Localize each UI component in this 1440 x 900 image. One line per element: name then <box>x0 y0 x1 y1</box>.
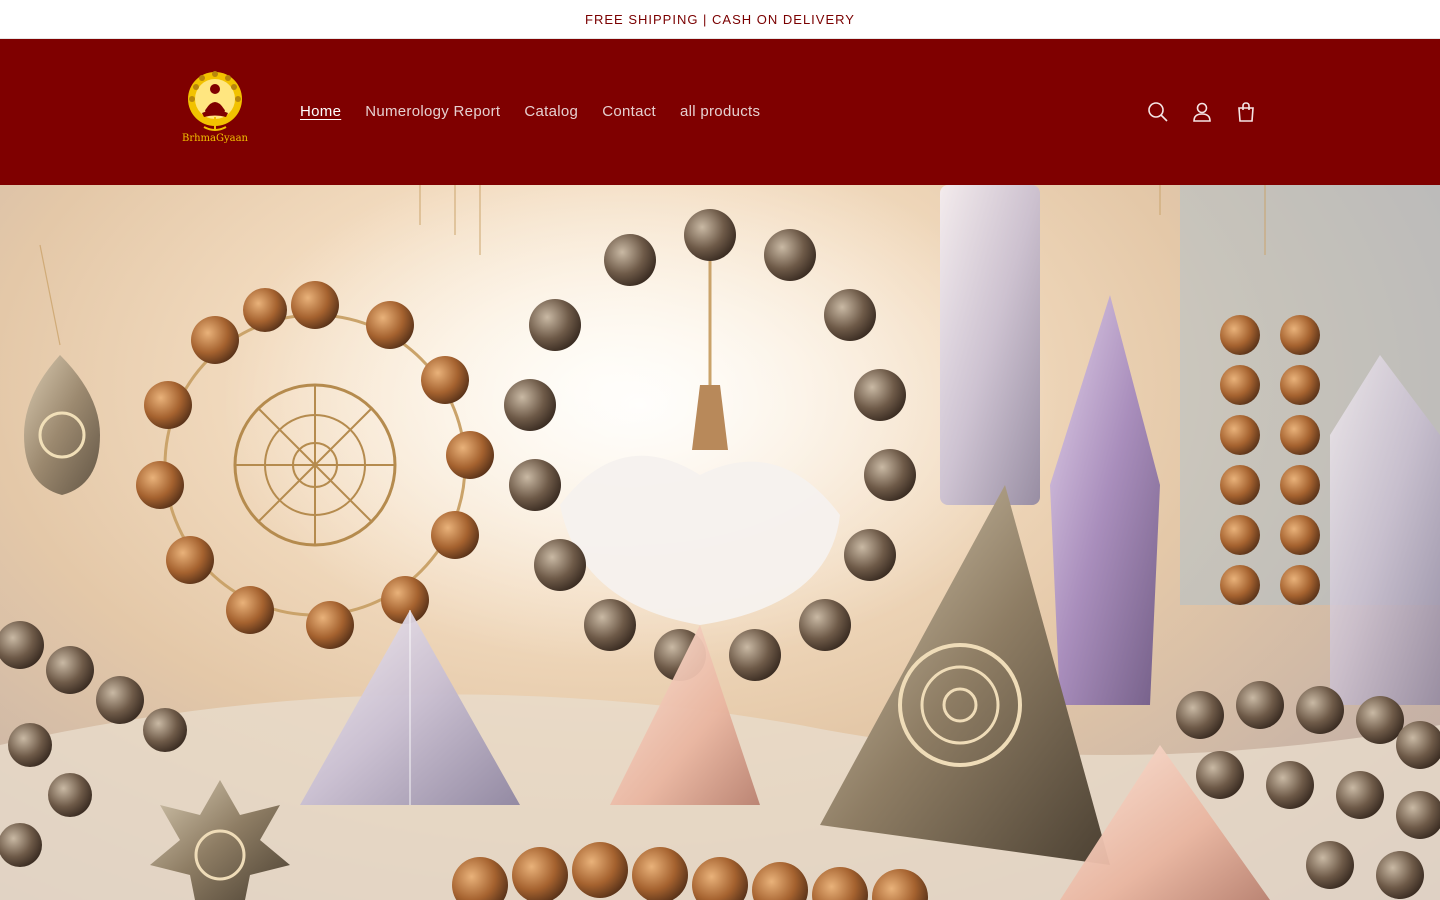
brand-logo[interactable]: BrhmaGyaan <box>180 69 250 149</box>
hero-banner <box>0 185 1440 900</box>
account-button[interactable] <box>1180 90 1224 134</box>
header-icons <box>1136 90 1268 134</box>
meditating-figure-logo-icon <box>188 71 242 131</box>
main-nav: Home Numerology Report Catalog Contact a… <box>288 98 772 124</box>
nav-all-products[interactable]: all products <box>668 103 772 120</box>
nav-numerology-report[interactable]: Numerology Report <box>353 103 512 120</box>
logo-wordmark: BrhmaGyaan <box>181 133 248 144</box>
cart-icon <box>1238 102 1254 122</box>
hero-banner-image <box>0 185 1440 900</box>
search-icon <box>1148 102 1168 122</box>
announcement-bar: FREE SHIPPING | CASH ON DELIVERY <box>0 0 1440 39</box>
account-icon <box>1193 102 1211 122</box>
site-header: BrhmaGyaan Home Numerology Report Catalo… <box>0 39 1440 185</box>
cart-button[interactable] <box>1224 90 1268 134</box>
announcement-text: FREE SHIPPING | CASH ON DELIVERY <box>585 11 855 27</box>
nav-catalog[interactable]: Catalog <box>512 103 590 120</box>
nav-contact[interactable]: Contact <box>590 103 668 120</box>
search-button[interactable] <box>1136 90 1180 134</box>
nav-home[interactable]: Home <box>288 103 353 120</box>
